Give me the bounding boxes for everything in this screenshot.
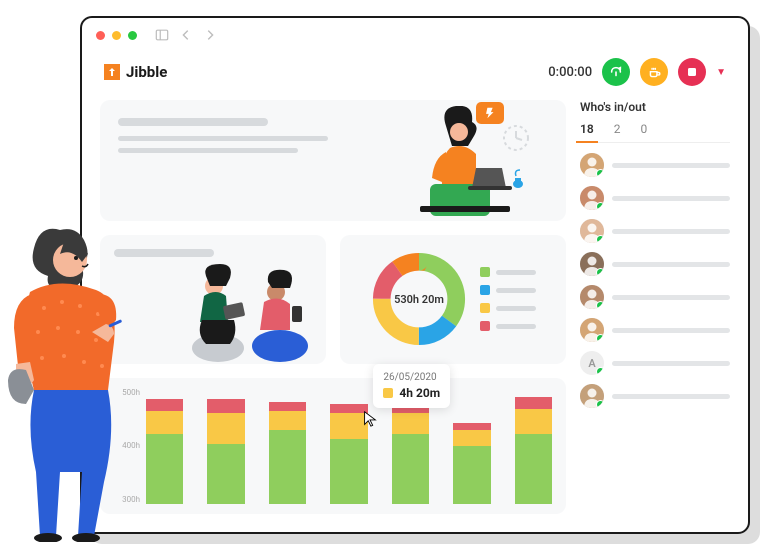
legend-item	[480, 285, 536, 295]
avatar	[580, 219, 604, 243]
app-name: Jibble	[126, 63, 167, 81]
legend-swatch-icon	[480, 267, 490, 277]
chart-bar[interactable]	[269, 388, 306, 504]
avatar: A	[580, 351, 604, 375]
person-name-placeholder	[612, 262, 730, 267]
chart-bar[interactable]	[515, 388, 552, 504]
person-row[interactable]	[580, 285, 730, 309]
sitting-illustration	[180, 262, 320, 362]
donut-legend	[480, 267, 536, 331]
avatar	[580, 318, 604, 342]
maximize-window-button[interactable]	[128, 31, 137, 40]
avatar	[580, 252, 604, 276]
donut-center-label: 530h 20m	[370, 250, 468, 348]
clock-out-button[interactable]	[678, 58, 706, 86]
logo-mark-icon	[104, 64, 120, 80]
person-name-placeholder	[612, 328, 730, 333]
legend-swatch-icon	[480, 303, 490, 313]
legend-label-placeholder	[496, 306, 536, 311]
person-name-placeholder	[612, 163, 730, 168]
timer-menu-caret-icon[interactable]: ▼	[716, 67, 726, 78]
person-row[interactable]	[580, 219, 730, 243]
hours-donut-chart: 530h 20m	[370, 250, 468, 348]
legend-item	[480, 303, 536, 313]
person-row[interactable]	[580, 318, 730, 342]
cursor-pointer-icon	[361, 410, 379, 428]
close-window-button[interactable]	[96, 31, 105, 40]
person-name-placeholder	[612, 361, 730, 366]
sidebar-toggle-icon[interactable]	[155, 28, 169, 42]
nav-forward-icon[interactable]	[203, 28, 217, 42]
tooltip-date: 26/05/2020	[383, 372, 440, 383]
hours-donut-card: 530h 20m	[340, 235, 566, 364]
nav-back-icon[interactable]	[179, 28, 193, 42]
dashboard-content: 530h 20m 500h400h300h 26/05/2020 4h 20m	[82, 92, 748, 532]
side-panel-tabs: 1820	[580, 122, 730, 143]
person-name-placeholder	[612, 196, 730, 201]
legend-swatch-icon	[480, 321, 490, 331]
avatar	[580, 285, 604, 309]
app-header: Jibble 0:00:00 ▼	[82, 52, 748, 92]
app-logo[interactable]: Jibble	[104, 63, 167, 81]
legend-label-placeholder	[496, 324, 536, 329]
whos-in-out-panel: Who's in/out 1820 A	[580, 100, 730, 514]
clock-in-button[interactable]	[602, 58, 630, 86]
avatar	[580, 186, 604, 210]
person-row[interactable]	[580, 384, 730, 408]
chart-bar[interactable]	[330, 388, 367, 504]
app-window: Jibble 0:00:00 ▼	[80, 16, 750, 534]
legend-swatch-icon	[480, 285, 490, 295]
welcome-card	[100, 100, 566, 221]
foreground-person-illustration	[8, 222, 173, 542]
tooltip-swatch-icon	[383, 388, 393, 398]
legend-item	[480, 267, 536, 277]
person-row[interactable]	[580, 252, 730, 276]
window-controls	[96, 31, 137, 40]
tooltip-value: 4h 20m	[399, 386, 440, 400]
side-panel-title: Who's in/out	[580, 100, 730, 114]
desk-illustration	[376, 106, 546, 221]
window-titlebar	[82, 18, 748, 52]
status-tab[interactable]: 2	[614, 122, 621, 136]
person-name-placeholder	[612, 229, 730, 234]
header-actions: 0:00:00 ▼	[548, 58, 726, 86]
timer-display: 0:00:00	[548, 65, 592, 80]
avatar	[580, 153, 604, 177]
person-row[interactable]	[580, 153, 730, 177]
people-list: A	[580, 153, 730, 408]
person-row[interactable]: A	[580, 351, 730, 375]
legend-label-placeholder	[496, 270, 536, 275]
legend-item	[480, 321, 536, 331]
person-name-placeholder	[612, 295, 730, 300]
chart-bar[interactable]	[207, 388, 244, 504]
legend-label-placeholder	[496, 288, 536, 293]
person-row[interactable]	[580, 186, 730, 210]
person-name-placeholder	[612, 394, 730, 399]
titlebar-nav	[155, 28, 217, 42]
status-tab[interactable]: 0	[640, 122, 647, 136]
chart-tooltip: 26/05/2020 4h 20m	[373, 364, 450, 408]
minimize-window-button[interactable]	[112, 31, 121, 40]
status-tab[interactable]: 18	[580, 122, 594, 136]
chart-bar[interactable]	[453, 388, 490, 504]
avatar	[580, 384, 604, 408]
break-button[interactable]	[640, 58, 668, 86]
skeleton-text	[118, 118, 328, 203]
chart-bars	[146, 388, 552, 504]
